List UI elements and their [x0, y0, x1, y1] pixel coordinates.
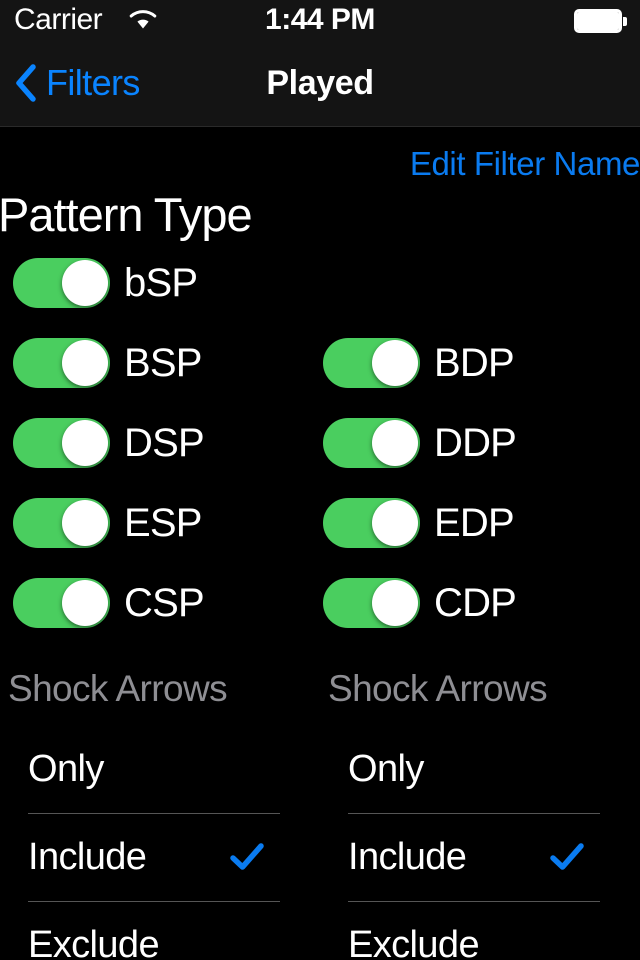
pattern-toggle-row-edp[interactable]: EDP: [323, 498, 515, 548]
battery-full-icon: [574, 9, 630, 33]
pattern-toggle-row-bsp[interactable]: bSP: [13, 258, 198, 308]
page-title: Played: [266, 63, 374, 102]
toggle-knob: [62, 580, 108, 626]
shock-arrows-option-only[interactable]: Only: [348, 725, 600, 814]
option-label: Only: [348, 748, 424, 790]
toggle-knob: [372, 340, 418, 386]
toggle-label-edp: EDP: [434, 501, 515, 545]
pattern-type-heading: Pattern Type: [0, 188, 253, 241]
toggle-label-dsp: DSP: [124, 421, 205, 465]
pattern-toggle-row-cdp[interactable]: CDP: [323, 578, 517, 628]
pattern-toggle-row-dsp[interactable]: DSP: [13, 418, 205, 468]
shock-arrows-heading: Shock Arrows: [328, 668, 548, 709]
toggle-switch-edp[interactable]: [323, 498, 420, 548]
shock-arrows-heading: Shock Arrows: [8, 668, 228, 709]
option-label: Exclude: [348, 924, 480, 960]
toggle-switch-csp[interactable]: [13, 578, 110, 628]
checkmark-icon: [230, 840, 264, 874]
option-label: Include: [28, 836, 147, 878]
toggle-label-bdp: BDP: [434, 341, 515, 385]
option-label: Include: [348, 836, 467, 878]
edit-filter-name-button[interactable]: Edit Filter Name: [410, 145, 640, 183]
pattern-toggle-row-esp[interactable]: ESP: [13, 498, 202, 548]
pattern-toggle-row-bdp[interactable]: BDP: [323, 338, 515, 388]
status-bar: Carrier 1:44 PM: [0, 0, 640, 40]
toggle-label-bsp: BSP: [124, 341, 202, 385]
option-label: Exclude: [28, 924, 160, 960]
battery-level: [577, 12, 619, 30]
toggle-switch-bsp[interactable]: [13, 338, 110, 388]
toggle-label-cdp: CDP: [434, 581, 517, 625]
shock-arrows-option-exclude[interactable]: Exclude: [348, 901, 600, 960]
pattern-toggle-row-csp[interactable]: CSP: [13, 578, 205, 628]
shock-arrows-option-exclude[interactable]: Exclude: [28, 901, 280, 960]
shock-arrows-option-include[interactable]: Include: [348, 813, 600, 902]
toggle-switch-esp[interactable]: [13, 498, 110, 548]
checkmark-icon: [550, 840, 584, 874]
toggle-switch-bsp[interactable]: [13, 258, 110, 308]
toggle-knob: [372, 420, 418, 466]
navigation-bar: Filters Played: [0, 40, 640, 127]
toggle-label-ddp: DDP: [434, 421, 517, 465]
toggle-switch-bdp[interactable]: [323, 338, 420, 388]
shock-arrows-option-only[interactable]: Only: [28, 725, 280, 814]
app-screen: Carrier 1:44 PM Filters Played Edit Filt…: [0, 0, 640, 960]
pattern-toggle-row-ddp[interactable]: DDP: [323, 418, 517, 468]
clock-label: 1:44 PM: [265, 3, 375, 36]
shock-arrows-option-include[interactable]: Include: [28, 813, 280, 902]
toggle-knob: [372, 500, 418, 546]
toggle-knob: [62, 420, 108, 466]
toggle-knob: [62, 260, 108, 306]
pattern-toggle-row-bsp[interactable]: BSP: [13, 338, 202, 388]
toggle-label-csp: CSP: [124, 581, 205, 625]
toggle-label-bsp: bSP: [124, 261, 198, 305]
toggle-switch-dsp[interactable]: [13, 418, 110, 468]
battery-cap: [623, 17, 627, 26]
toggle-knob: [62, 500, 108, 546]
toggle-knob: [62, 340, 108, 386]
option-label: Only: [28, 748, 104, 790]
filter-content: Edit Filter Name Pattern Type bSP BSP DSP E…: [0, 128, 640, 960]
toggle-switch-cdp[interactable]: [323, 578, 420, 628]
toggle-label-esp: ESP: [124, 501, 202, 545]
toggle-knob: [372, 580, 418, 626]
toggle-switch-ddp[interactable]: [323, 418, 420, 468]
